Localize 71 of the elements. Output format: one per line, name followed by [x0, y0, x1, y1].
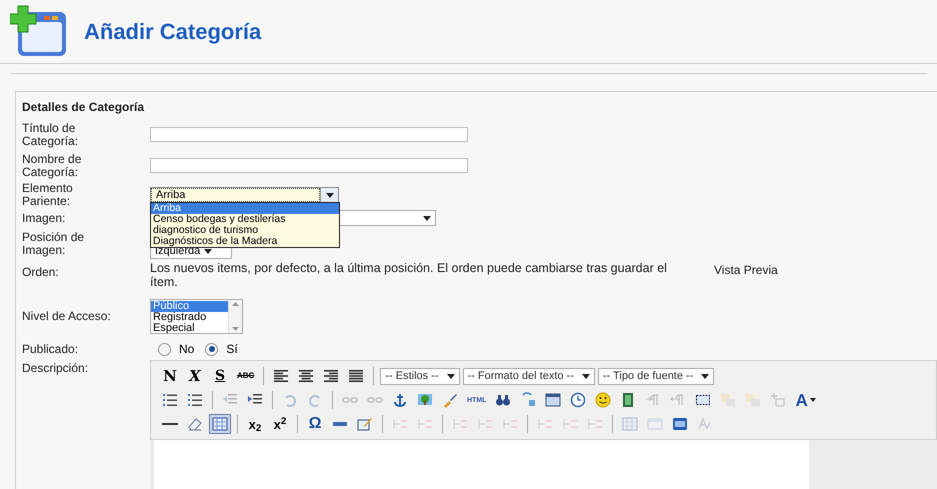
- caret-icon: [810, 398, 816, 402]
- scrollbar[interactable]: [228, 300, 242, 332]
- format-button[interactable]: ABC: [234, 366, 258, 386]
- radio-button[interactable]: [205, 342, 218, 356]
- clock-icon: [570, 392, 586, 408]
- caret-icon: [582, 374, 590, 378]
- anchor-icon: [392, 392, 408, 408]
- field-label: Elemento Pariente:: [22, 182, 74, 208]
- dropdown-option[interactable]: Censo bodegas y destilerías: [151, 214, 339, 225]
- field-label: Nombre de Categoría:: [22, 152, 82, 178]
- toolbar-select[interactable]: -- Estilos --: [380, 368, 460, 384]
- page-title: Añadir Categoría: [84, 18, 262, 46]
- section-legend: Detalles de Categoría: [22, 98, 144, 116]
- binoculars-icon: [495, 392, 512, 408]
- field-label: Posición de Imagen:: [22, 231, 86, 257]
- field-label: Descripción:: [22, 360, 90, 375]
- caret-icon: [446, 374, 455, 378]
- field-label: Publicado:: [22, 342, 80, 356]
- align-center-icon: [298, 368, 314, 384]
- radio-button[interactable]: [158, 342, 171, 356]
- access-option[interactable]: Registrado: [151, 312, 228, 322]
- format-button[interactable]: x$_{2}$: [244, 414, 266, 434]
- smiley-icon: [595, 392, 612, 408]
- format-button[interactable]: x$^{2}$: [269, 414, 291, 434]
- grid-icon: [622, 416, 638, 432]
- calendar-icon: [545, 392, 562, 408]
- align-left-icon: [273, 368, 290, 384]
- dashed-frame-icon: [695, 392, 712, 408]
- order-note: Los nuevos items, por defecto, a la última posición. El orden puede cambiarse tras guardar el ítem.: [150, 261, 668, 289]
- format-button[interactable]: A: [792, 390, 819, 410]
- caret-icon: [423, 216, 431, 220]
- table-icon: [212, 416, 228, 432]
- caret-icon: [701, 374, 710, 378]
- parent-select[interactable]: Arriba: [150, 187, 339, 203]
- edit-icon: [357, 416, 373, 432]
- field-label: Tíntulo de Categoría:: [22, 122, 80, 148]
- format-button[interactable]: S: [209, 366, 231, 386]
- panel-icon: [647, 416, 663, 432]
- scroll-down-icon: [232, 326, 239, 330]
- bullet-list-icon: [162, 392, 178, 408]
- caret-icon: [326, 192, 334, 198]
- align-right-icon: [323, 368, 340, 384]
- dropdown-option[interactable]: diagnostico de turismo: [151, 225, 339, 236]
- scroll-up-icon: [232, 302, 239, 306]
- toolbar-select[interactable]: -- Formato del texto --: [462, 368, 595, 384]
- format-button[interactable]: N: [159, 366, 181, 386]
- access-option[interactable]: Público: [151, 300, 228, 312]
- insert-layer-icon: [770, 392, 786, 408]
- format-button[interactable]: Ω: [304, 414, 326, 434]
- eraser-icon: [187, 416, 203, 432]
- table-button[interactable]: [209, 414, 231, 434]
- format-button[interactable]: X: [184, 366, 206, 386]
- field-label: Imagen:: [22, 212, 66, 224]
- dropdown-option[interactable]: Arriba: [151, 203, 339, 214]
- horizontal-rule-icon: [162, 423, 178, 425]
- access-listbox[interactable]: Público Registrado Especial: [150, 298, 243, 334]
- brush-icon: [442, 392, 458, 408]
- access-option[interactable]: Especial: [151, 322, 228, 334]
- toolbar-select[interactable]: -- Tipo de fuente --: [598, 368, 714, 384]
- preview-label: Vista Previa: [714, 262, 778, 279]
- window-icon: [672, 416, 688, 432]
- field-label: Orden:: [22, 264, 60, 279]
- text-field[interactable]: [150, 127, 468, 142]
- radio-label: Sí: [226, 341, 238, 358]
- field-label: Nivel de Acceso:: [22, 310, 112, 322]
- justify-icon: [348, 368, 364, 384]
- image-icon: [417, 392, 433, 408]
- layer-forward-icon: [720, 392, 736, 408]
- text-field[interactable]: [150, 158, 468, 173]
- radio-label: No: [179, 341, 194, 358]
- layer-backward-icon: [745, 392, 762, 408]
